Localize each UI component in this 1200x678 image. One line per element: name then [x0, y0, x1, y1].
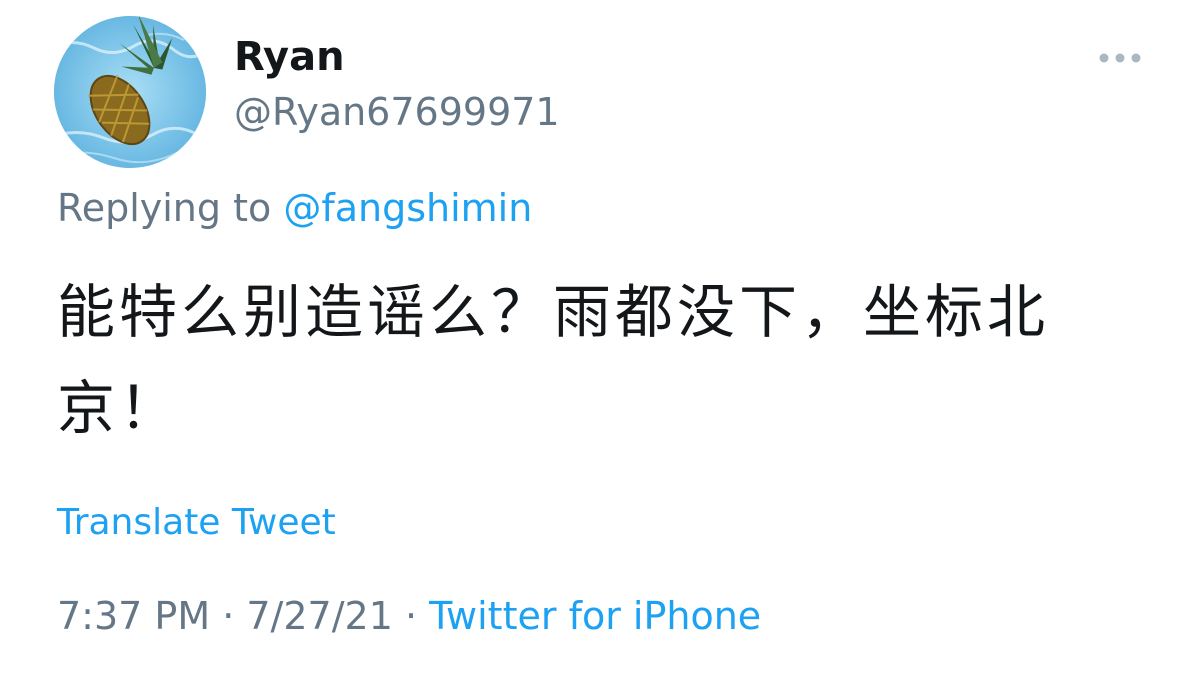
meta-separator: · — [210, 594, 247, 638]
author-display-name[interactable]: Ryan — [234, 34, 345, 80]
avatar[interactable] — [54, 16, 206, 168]
tweet-text: 能特么别造谣么？雨都没下，坐标北京！ — [57, 278, 1050, 442]
meta-separator: · — [392, 594, 430, 638]
pineapple-avatar-icon — [54, 16, 206, 168]
more-horizontal-icon — [1099, 53, 1141, 63]
tweet-time[interactable]: 7:37 PM — [57, 594, 210, 638]
more-options-button[interactable] — [1096, 46, 1144, 70]
replying-to-label: Replying to — [57, 186, 272, 230]
translate-tweet-link[interactable]: Translate Tweet — [57, 502, 336, 543]
tweet-date[interactable]: 7/27/21 — [246, 594, 393, 638]
author-handle[interactable]: @Ryan67699971 — [234, 90, 560, 134]
replying-to-line: Replying to @fangshimin — [57, 186, 532, 230]
reply-mention-link[interactable]: @fangshimin — [283, 186, 532, 230]
tweet-source-link[interactable]: Twitter for iPhone — [429, 594, 761, 638]
tweet-card: Ryan @Ryan67699971 Replying to @fangshim… — [0, 0, 1200, 678]
tweet-metadata: 7:37 PM · 7/27/21 · Twitter for iPhone — [57, 594, 761, 638]
